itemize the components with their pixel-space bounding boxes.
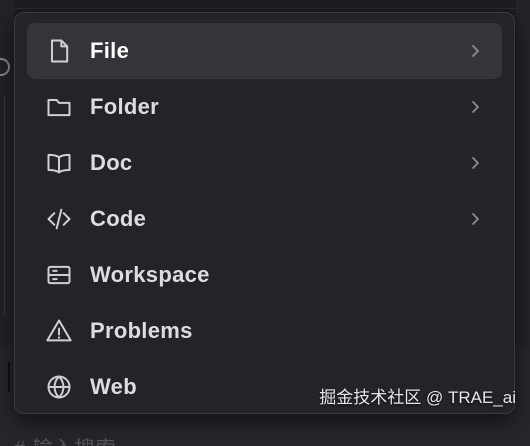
menu-item-doc[interactable]: Doc — [27, 135, 502, 191]
menu-item-label: File — [90, 38, 130, 63]
background-input-placeholder: # 输入搜索 — [14, 432, 117, 446]
folder-icon — [44, 92, 74, 122]
background-divider — [0, 8, 530, 9]
menu-item-folder[interactable]: Folder — [27, 79, 502, 135]
screen: # 输入搜索 File Folder Doc — [0, 0, 530, 446]
menu-item-code[interactable]: Code — [27, 191, 502, 247]
menu-item-label: Problems — [90, 318, 193, 343]
menu-item-file[interactable]: File — [27, 23, 502, 79]
code-icon — [44, 204, 74, 234]
menu-item-problems[interactable]: Problems — [27, 303, 502, 359]
book-icon — [44, 148, 74, 178]
menu-item-label: Workspace — [90, 262, 210, 287]
chevron-right-icon — [468, 212, 482, 226]
menu-item-label: Folder — [90, 94, 160, 119]
menu-item-label: Code — [90, 206, 147, 231]
globe-icon — [44, 372, 74, 402]
chevron-right-icon — [468, 44, 482, 58]
menu-item-workspace[interactable]: Workspace — [27, 247, 502, 303]
chevron-right-icon — [468, 156, 482, 170]
context-menu: File Folder Doc Code Workspace Problems … — [14, 12, 515, 414]
file-icon — [44, 36, 74, 66]
warning-icon — [44, 316, 74, 346]
background-scroll-line — [4, 95, 5, 315]
chevron-right-icon — [468, 100, 482, 114]
background-text-cursor — [8, 362, 10, 392]
watermark: 掘金技术社区 @ TRAE_ai — [319, 388, 516, 407]
menu-item-label: Doc — [90, 150, 133, 175]
menu-item-label: Web — [90, 374, 137, 399]
workspace-icon — [44, 260, 74, 290]
